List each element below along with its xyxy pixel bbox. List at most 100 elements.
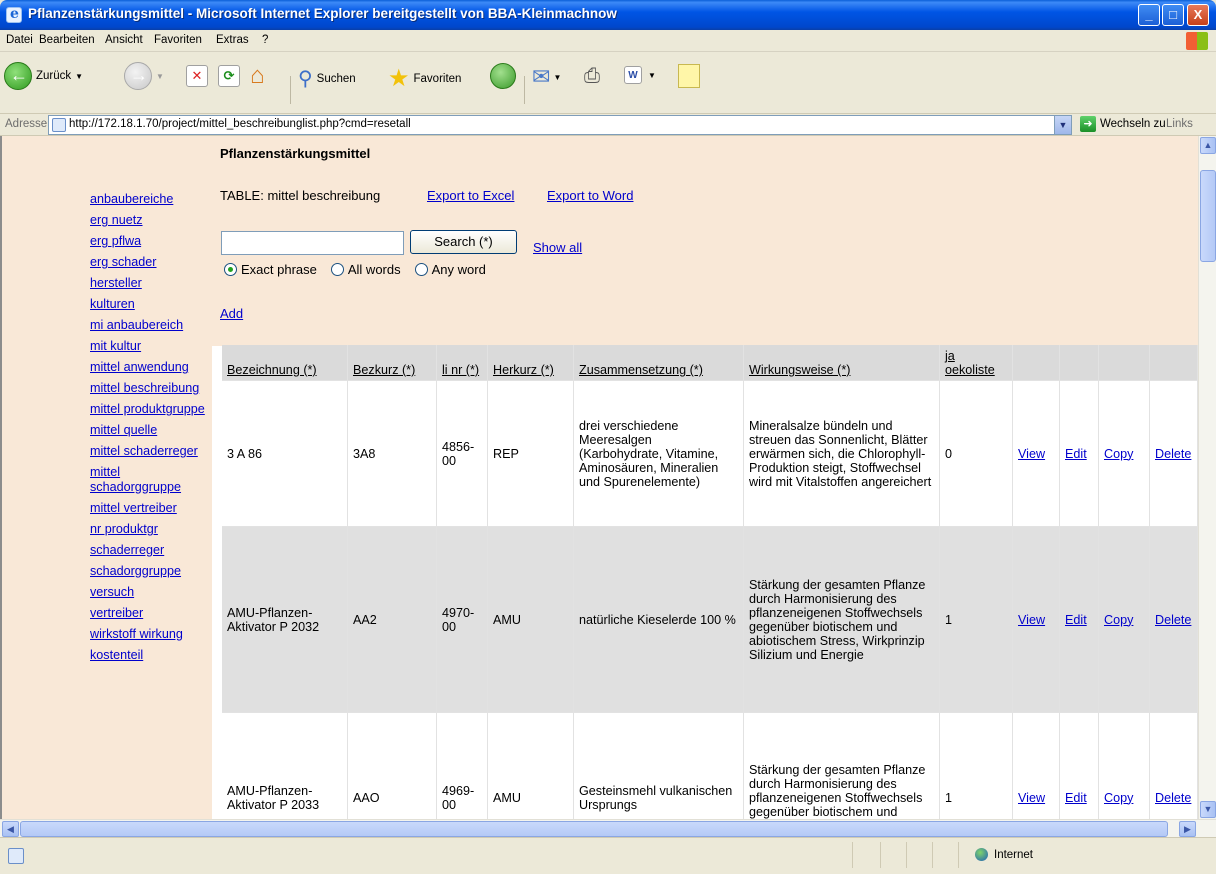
delete-link[interactable]: Delete (1155, 613, 1191, 627)
printer-icon: ⎙ (584, 65, 600, 87)
nav-link[interactable]: kostenteil (90, 648, 210, 663)
maximize-button[interactable]: □ (1162, 4, 1184, 26)
search-button[interactable]: Search (*) (410, 230, 517, 254)
mail-button[interactable]: ✉ ▼ (532, 64, 561, 90)
forward-button[interactable]: ▼ (124, 62, 164, 90)
edit-link[interactable]: Edit (1065, 613, 1087, 627)
sort-link[interactable]: Wirkungsweise (*) (749, 363, 850, 377)
nav-link[interactable]: vertreiber (90, 606, 210, 621)
word-icon: W (624, 66, 642, 84)
nav-link[interactable]: mittel quelle (90, 423, 210, 438)
mail-icon: ✉ (532, 64, 551, 89)
nav-link[interactable]: schaderreger (90, 543, 210, 558)
nav-link[interactable]: mittel vertreiber (90, 501, 210, 516)
radio-button[interactable] (414, 263, 428, 276)
nav-link[interactable]: mittel anwendung (90, 360, 210, 375)
magnifier-icon: ⚲ (298, 68, 313, 90)
export-excel-link[interactable]: Export to Excel (427, 188, 514, 203)
sort-link[interactable]: ja oekoliste (945, 349, 995, 377)
nav-link[interactable]: mittel schaderreger (90, 444, 210, 459)
table-row: AMU-Pflanzen-Aktivator P 2032 AA2 4970-0… (222, 527, 1198, 713)
minimize-button[interactable]: _ (1138, 4, 1160, 26)
window-title: Pflanzenstärkungsmittel - Microsoft Inte… (28, 6, 617, 21)
back-button[interactable]: Zurück ▼ (4, 62, 83, 90)
sort-link[interactable]: Herkurz (*) (493, 363, 554, 377)
address-dropdown-icon[interactable]: ▼ (1054, 116, 1071, 134)
menu-extras[interactable]: Extras (216, 34, 249, 46)
radio-exact-phrase[interactable]: Exact phrase (224, 262, 317, 277)
nav-link[interactable]: versuch (90, 585, 210, 600)
nav-link[interactable]: mittel beschreibung (90, 381, 210, 396)
nav-link[interactable]: nr produktgr (90, 522, 210, 537)
export-word-link[interactable]: Export to Word (547, 188, 633, 203)
go-button[interactable]: ➜ Wechseln zu (1080, 116, 1166, 132)
nav-link[interactable]: mi anbaubereich (90, 318, 210, 333)
cell-bezkurz: 3A8 (348, 381, 437, 527)
copy-link[interactable]: Copy (1104, 791, 1133, 805)
menu-help[interactable]: ? (262, 34, 268, 46)
copy-link[interactable]: Copy (1104, 447, 1133, 461)
nav-link[interactable]: kulturen (90, 297, 210, 312)
scroll-right-icon[interactable]: ▶ (1179, 821, 1196, 837)
menu-favoriten[interactable]: Favoriten (154, 34, 202, 46)
address-input[interactable]: http://172.18.1.70/project/mittel_beschr… (48, 115, 1072, 135)
nav-link[interactable]: anbaubereiche (90, 192, 210, 207)
menu-ansicht[interactable]: Ansicht (105, 34, 143, 46)
home-button[interactable]: ⌂ (250, 62, 265, 90)
edit-word-button[interactable]: W ▼ (624, 66, 656, 84)
nav-link[interactable]: hersteller (90, 276, 210, 291)
view-link[interactable]: View (1018, 447, 1045, 461)
cell-zusammensetzung: drei verschiedene Meeresalgen (Karbohydr… (574, 381, 744, 527)
delete-link[interactable]: Delete (1155, 447, 1191, 461)
sort-link[interactable]: Bezeichnung (*) (227, 363, 317, 377)
radio-all-words[interactable]: All words (330, 262, 401, 277)
print-button[interactable]: ⎙ (584, 65, 600, 88)
sort-link[interactable]: Zusammensetzung (*) (579, 363, 703, 377)
show-all-link[interactable]: Show all (533, 240, 582, 255)
menu-datei[interactable]: Datei (6, 34, 33, 46)
col-header-herkurz: Herkurz (*) (488, 345, 574, 381)
radio-button[interactable] (330, 263, 344, 276)
horizontal-scroll-thumb[interactable] (20, 821, 1168, 837)
edit-link[interactable]: Edit (1065, 447, 1087, 461)
refresh-button[interactable]: ⟳ (218, 65, 240, 87)
links-button[interactable]: Links (1166, 118, 1193, 130)
favorites-button[interactable]: ★ Favoriten (388, 64, 461, 93)
nav-link[interactable]: erg schader (90, 255, 210, 270)
scroll-down-icon[interactable]: ▼ (1200, 801, 1216, 818)
radio-button-checked[interactable] (224, 263, 237, 276)
view-link[interactable]: View (1018, 613, 1045, 627)
vertical-scrollbar[interactable]: ▲ ▼ (1198, 136, 1216, 819)
search-toolbar-button[interactable]: ⚲ Suchen (298, 66, 356, 91)
vertical-scroll-thumb[interactable] (1200, 170, 1216, 262)
sort-link[interactable]: Bezkurz (*) (353, 363, 415, 377)
cell-linr: 4969-00 (437, 713, 488, 819)
home-icon: ⌂ (250, 62, 265, 89)
scroll-left-icon[interactable]: ◀ (2, 821, 19, 837)
copy-link[interactable]: Copy (1104, 613, 1133, 627)
close-button[interactable]: X (1187, 4, 1209, 26)
discuss-button[interactable] (678, 64, 700, 88)
horizontal-scrollbar[interactable]: ◀ ▶ (0, 819, 1216, 837)
window-titlebar[interactable]: Pflanzenstärkungsmittel - Microsoft Inte… (0, 0, 1216, 30)
sort-link[interactable]: li nr (*) (442, 363, 479, 377)
menu-bearbeiten[interactable]: Bearbeiten (39, 34, 95, 46)
view-link[interactable]: View (1018, 791, 1045, 805)
nav-link[interactable]: mittel produktgruppe (90, 402, 210, 417)
edit-link[interactable]: Edit (1065, 791, 1087, 805)
stop-button[interactable]: ✕ (186, 65, 208, 87)
search-input[interactable] (221, 231, 404, 255)
nav-link[interactable]: mittel schadorggruppe (90, 465, 210, 495)
nav-link[interactable]: erg pflwa (90, 234, 210, 249)
nav-link[interactable]: wirkstoff wirkung (90, 627, 210, 642)
toolbar (0, 52, 1216, 114)
radio-any-word[interactable]: Any word (414, 262, 486, 277)
add-link[interactable]: Add (220, 306, 243, 321)
nav-link[interactable]: mit kultur (90, 339, 210, 354)
scroll-up-icon[interactable]: ▲ (1200, 137, 1216, 154)
cell-oekoliste: 1 (940, 527, 1013, 713)
nav-link[interactable]: erg nuetz (90, 213, 210, 228)
history-button[interactable] (490, 63, 516, 89)
delete-link[interactable]: Delete (1155, 791, 1191, 805)
nav-link[interactable]: schadorggruppe (90, 564, 210, 579)
